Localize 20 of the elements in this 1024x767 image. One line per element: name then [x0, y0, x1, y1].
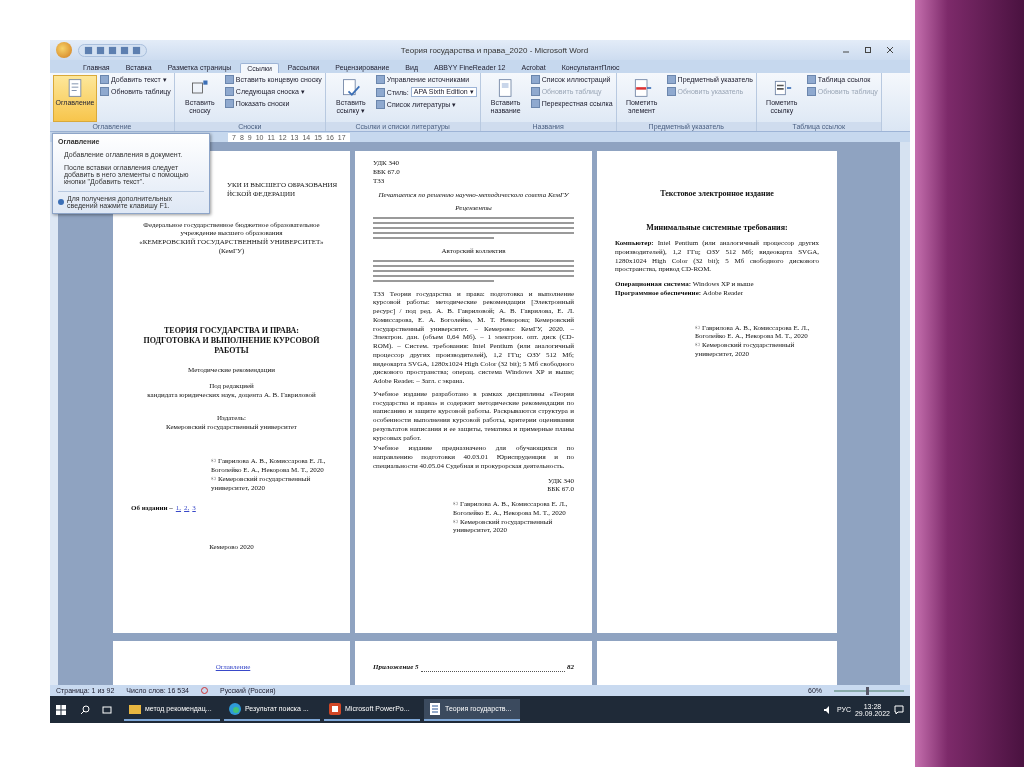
office-button[interactable] [56, 42, 72, 58]
window-title: Теория государства и права_2020 - Microsoft Word [399, 45, 590, 55]
heading: ТЕОРИЯ ГОСУДАРСТВА И ПРАВА: [162, 325, 301, 336]
help-icon [58, 199, 64, 205]
document-icon [340, 77, 361, 99]
task-view-icon[interactable] [102, 704, 112, 715]
search-icon[interactable] [80, 704, 90, 715]
heading: Текстовое электронное издание [659, 189, 775, 199]
scrollbar[interactable] [900, 142, 910, 685]
heading: Минимальные системные требования: [645, 223, 789, 233]
app-icon [228, 701, 242, 716]
restore-icon[interactable] [864, 46, 872, 54]
quick-access-toolbar[interactable] [78, 43, 147, 57]
windows-icon[interactable] [56, 704, 66, 715]
zoom-slider[interactable] [865, 686, 869, 695]
app-icon [428, 701, 442, 716]
notification-icon[interactable] [894, 704, 904, 715]
app-icon [328, 701, 342, 716]
heading: ПОДГОТОВКА И ВЫПОЛНЕНИЕ КУРСОВОЙ РАБОТЫ [142, 335, 321, 356]
close-icon[interactable] [886, 46, 894, 54]
